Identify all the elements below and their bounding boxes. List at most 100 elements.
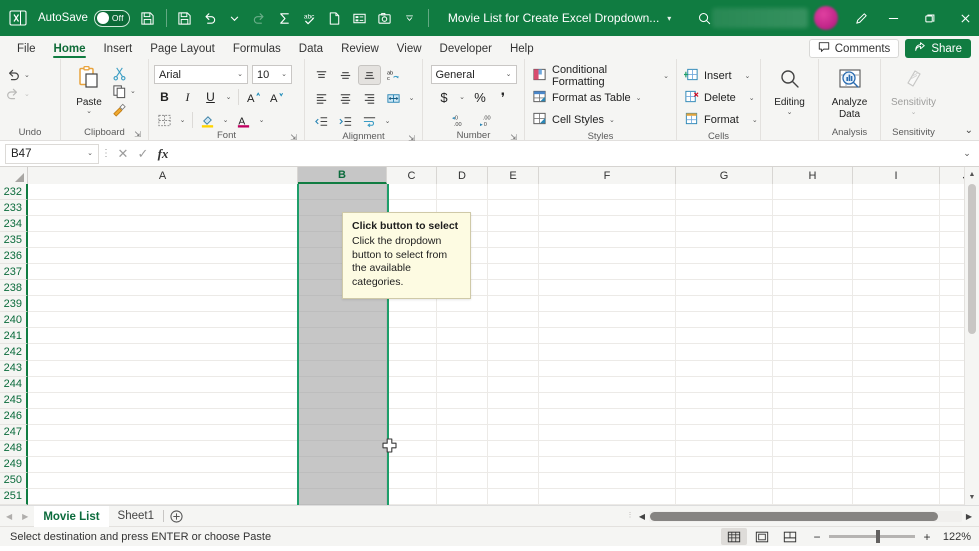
tab-review[interactable]: Review xyxy=(332,41,388,59)
grid-cell-f242[interactable] xyxy=(539,344,676,361)
grid-cell-f237[interactable] xyxy=(539,264,676,281)
column-header-i[interactable]: I xyxy=(853,167,940,184)
currency-button[interactable]: $ xyxy=(434,88,454,107)
grid-cell-h247[interactable] xyxy=(773,424,853,441)
minimize-button[interactable] xyxy=(876,3,910,33)
horizontal-scroll-thumb[interactable] xyxy=(650,511,938,521)
font-dialog-launcher[interactable]: ⇲ xyxy=(290,133,297,142)
grid-cell-f236[interactable] xyxy=(539,248,676,265)
grid-cell-e244[interactable] xyxy=(488,376,539,393)
collapse-ribbon-button[interactable]: ⌄ xyxy=(965,125,973,136)
tab-view[interactable]: View xyxy=(388,41,431,59)
row-header[interactable]: 237 xyxy=(0,264,28,281)
row-header[interactable]: 238 xyxy=(0,280,28,297)
autosave-toggle[interactable]: Off xyxy=(93,9,130,27)
pen-icon[interactable] xyxy=(848,5,874,31)
undo-dropdown-arrow[interactable]: ⌄ xyxy=(24,72,30,79)
grid-cell-i244[interactable] xyxy=(853,376,940,393)
avatar[interactable] xyxy=(814,6,839,30)
scrollbar-grip[interactable]: ⋮ xyxy=(625,512,635,519)
grid-cell-h236[interactable] xyxy=(773,248,853,265)
grid-cell-h241[interactable] xyxy=(773,328,853,345)
paste-dropdown-arrow[interactable]: ⌄ xyxy=(86,108,92,115)
grid-cell-a249[interactable] xyxy=(28,456,298,473)
grid-cell-a232[interactable] xyxy=(28,184,298,201)
grid-cell-f243[interactable] xyxy=(539,360,676,377)
zoom-out-button[interactable]: − xyxy=(811,530,823,544)
grid-cell-a246[interactable] xyxy=(28,408,298,425)
horizontal-scroll-track[interactable] xyxy=(649,510,962,522)
format-as-table-button[interactable]: Format as Table ⌄ xyxy=(530,87,644,109)
underline-dropdown-icon[interactable]: ⌄ xyxy=(223,87,234,107)
grid-cell-b244[interactable] xyxy=(298,376,387,393)
font-size-dropdown-icon[interactable]: ⌄ xyxy=(281,71,287,78)
grid-cell-c232[interactable] xyxy=(387,184,437,201)
editing-dropdown-icon[interactable]: ⌄ xyxy=(787,109,793,116)
grid-cell-b240[interactable] xyxy=(298,312,387,329)
sheet-tab-sheet1[interactable]: Sheet1 xyxy=(109,506,163,527)
row-header[interactable]: 234 xyxy=(0,216,28,233)
grid-cell-e247[interactable] xyxy=(488,424,539,441)
grid-cell-g245[interactable] xyxy=(676,392,773,409)
grid-cell-h249[interactable] xyxy=(773,456,853,473)
tab-formulas[interactable]: Formulas xyxy=(224,41,290,59)
customize-qat-icon[interactable] xyxy=(398,6,422,30)
grid-cell-g237[interactable] xyxy=(676,264,773,281)
grid-cell-i233[interactable] xyxy=(853,200,940,217)
font-color-button[interactable]: A xyxy=(233,110,254,130)
number-format-dropdown-icon[interactable]: ⌄ xyxy=(506,71,512,78)
grid-cell-g233[interactable] xyxy=(676,200,773,217)
grid-cell-e240[interactable] xyxy=(488,312,539,329)
grid-cell-d232[interactable] xyxy=(437,184,488,201)
sheet-next-arrow[interactable]: ▶ xyxy=(22,512,28,521)
grid-cell-i248[interactable] xyxy=(853,440,940,457)
grid-cell-i245[interactable] xyxy=(853,392,940,409)
fill-color-dropdown-icon[interactable]: ⌄ xyxy=(220,110,231,130)
grid-cell-g250[interactable] xyxy=(676,472,773,489)
form-icon[interactable] xyxy=(348,6,372,30)
font-size-input[interactable]: 10 ⌄ xyxy=(252,65,292,84)
row-header[interactable]: 245 xyxy=(0,392,28,409)
row-header[interactable]: 239 xyxy=(0,296,28,313)
row-header[interactable]: 243 xyxy=(0,360,28,377)
grid-cell-a233[interactable] xyxy=(28,200,298,217)
currency-dropdown-icon[interactable]: ⌄ xyxy=(457,88,467,107)
grid-cell-e246[interactable] xyxy=(488,408,539,425)
number-dialog-launcher[interactable]: ⇲ xyxy=(510,133,517,142)
grid-cell-f238[interactable] xyxy=(539,280,676,297)
select-all-button[interactable] xyxy=(0,167,28,184)
grid-cell-e241[interactable] xyxy=(488,328,539,345)
copy-button[interactable]: ⌄ xyxy=(112,84,136,99)
column-header-a[interactable]: A xyxy=(28,167,298,184)
grid-cell-d246[interactable] xyxy=(437,408,488,425)
grid-cell-h244[interactable] xyxy=(773,376,853,393)
analyze-data-button[interactable]: Analyze Data xyxy=(824,63,875,120)
grid-cell-d242[interactable] xyxy=(437,344,488,361)
grid-cell-h232[interactable] xyxy=(773,184,853,201)
grid-cell-f239[interactable] xyxy=(539,296,676,313)
merge-and-center-button[interactable] xyxy=(382,88,405,108)
name-box-dropdown-icon[interactable]: ⌄ xyxy=(87,150,93,157)
grid-cell-g236[interactable] xyxy=(676,248,773,265)
row-header[interactable]: 240 xyxy=(0,312,28,329)
grid-cell-a251[interactable] xyxy=(28,488,298,505)
grid-cell-c245[interactable] xyxy=(387,392,437,409)
search-box-blurred[interactable] xyxy=(712,8,809,28)
grid-cell-b241[interactable] xyxy=(298,328,387,345)
cell-styles-dropdown-icon[interactable]: ⌄ xyxy=(609,117,615,124)
grid-cell-d243[interactable] xyxy=(437,360,488,377)
grid-cell-c244[interactable] xyxy=(387,376,437,393)
cut-button[interactable] xyxy=(112,66,136,81)
row-header[interactable]: 242 xyxy=(0,344,28,361)
column-header-g[interactable]: G xyxy=(676,167,773,184)
grid-cell-h245[interactable] xyxy=(773,392,853,409)
grid-cell-e242[interactable] xyxy=(488,344,539,361)
grid-cell-a238[interactable] xyxy=(28,280,298,297)
row-header[interactable]: 244 xyxy=(0,376,28,393)
tab-data[interactable]: Data xyxy=(290,41,332,59)
insert-cells-button[interactable]: Insert ⌄ xyxy=(682,65,752,87)
grid-cell-b251[interactable] xyxy=(298,488,387,505)
grid-cell-d244[interactable] xyxy=(437,376,488,393)
row-header[interactable]: 236 xyxy=(0,248,28,265)
delete-cells-dropdown-icon[interactable]: ⌄ xyxy=(741,95,755,102)
